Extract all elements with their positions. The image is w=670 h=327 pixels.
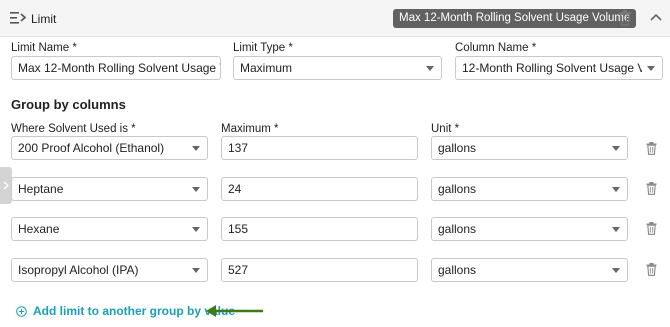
maximum-value: 155 xyxy=(228,222,249,236)
solvent-value: 200 Proof Alcohol (Ethanol) xyxy=(18,141,165,155)
unit-value: gallons xyxy=(438,141,477,155)
chevron-right-icon xyxy=(3,181,9,190)
maximum-input[interactable]: 527 xyxy=(221,258,418,282)
solvent-value: Heptane xyxy=(18,182,64,196)
list-settings-icon xyxy=(10,12,26,24)
maximum-input[interactable]: 137 xyxy=(221,136,418,160)
plus-circle-icon xyxy=(16,306,27,317)
limit-name-input[interactable]: Max 12-Month Rolling Solvent Usage Volum… xyxy=(11,56,221,80)
dropdown-caret-icon xyxy=(426,66,434,71)
unit-select[interactable]: gallons xyxy=(431,217,628,241)
limit-name-badge: Max 12-Month Rolling Solvent Usage Volum… xyxy=(393,9,637,28)
dropdown-caret-icon xyxy=(192,268,200,273)
solvent-select[interactable]: Hexane xyxy=(11,217,208,241)
maximum-input[interactable]: 155 xyxy=(221,217,418,241)
annotation-arrow-icon xyxy=(206,305,263,317)
solvent-select[interactable]: Heptane xyxy=(11,177,208,201)
column-name-label: Column Name * xyxy=(455,42,537,54)
where-solvent-label: Where Solvent Used is * xyxy=(11,123,136,135)
solvent-select[interactable]: Isopropyl Alcohol (IPA) xyxy=(11,258,208,282)
limit-name-value: Max 12-Month Rolling Solvent Usage Volum… xyxy=(18,61,220,75)
maximum-value: 527 xyxy=(228,263,249,277)
delete-row-trash-icon[interactable] xyxy=(646,182,657,195)
delete-limit-trash-icon[interactable] xyxy=(618,10,632,26)
unit-select[interactable]: gallons xyxy=(431,136,628,160)
dropdown-caret-icon xyxy=(612,227,620,232)
unit-select[interactable]: gallons xyxy=(431,177,628,201)
dropdown-caret-icon xyxy=(612,187,620,192)
maximum-value: 24 xyxy=(228,182,242,196)
dropdown-caret-icon xyxy=(192,227,200,232)
limit-header: Limit Max 12-Month Rolling Solvent Usage… xyxy=(0,0,670,37)
unit-label: Unit * xyxy=(431,123,460,135)
solvent-value: Isopropyl Alcohol (IPA) xyxy=(18,263,139,277)
solvent-value: Hexane xyxy=(18,222,60,236)
limit-type-select[interactable]: Maximum xyxy=(233,56,442,80)
column-name-select[interactable]: 12-Month Rolling Solvent Usage Volume xyxy=(455,56,663,80)
delete-row-trash-icon[interactable] xyxy=(646,222,657,235)
column-name-value: 12-Month Rolling Solvent Usage Volume xyxy=(462,61,642,75)
dropdown-caret-icon xyxy=(192,146,200,151)
dropdown-caret-icon xyxy=(647,66,655,71)
limit-type-value: Maximum xyxy=(240,61,293,75)
delete-row-trash-icon[interactable] xyxy=(646,142,657,155)
dropdown-caret-icon xyxy=(612,268,620,273)
limit-title: Limit xyxy=(31,12,57,26)
limit-type-label: Limit Type * xyxy=(233,42,293,54)
unit-value: gallons xyxy=(438,263,477,277)
unit-value: gallons xyxy=(438,182,477,196)
solvent-select[interactable]: 200 Proof Alcohol (Ethanol) xyxy=(11,136,208,160)
add-group-by-value-label: Add limit to another group by value xyxy=(33,304,236,318)
maximum-value: 137 xyxy=(228,141,249,155)
dropdown-caret-icon xyxy=(612,146,620,151)
delete-row-trash-icon[interactable] xyxy=(646,263,657,276)
dropdown-caret-icon xyxy=(192,187,200,192)
maximum-label: Maximum * xyxy=(221,123,279,135)
collapse-chevron-up-icon[interactable] xyxy=(650,12,662,22)
maximum-input[interactable]: 24 xyxy=(221,177,418,201)
unit-select[interactable]: gallons xyxy=(431,258,628,282)
unit-value: gallons xyxy=(438,222,477,236)
limit-name-label: Limit Name * xyxy=(11,42,77,54)
group-by-title: Group by columns xyxy=(11,97,126,112)
